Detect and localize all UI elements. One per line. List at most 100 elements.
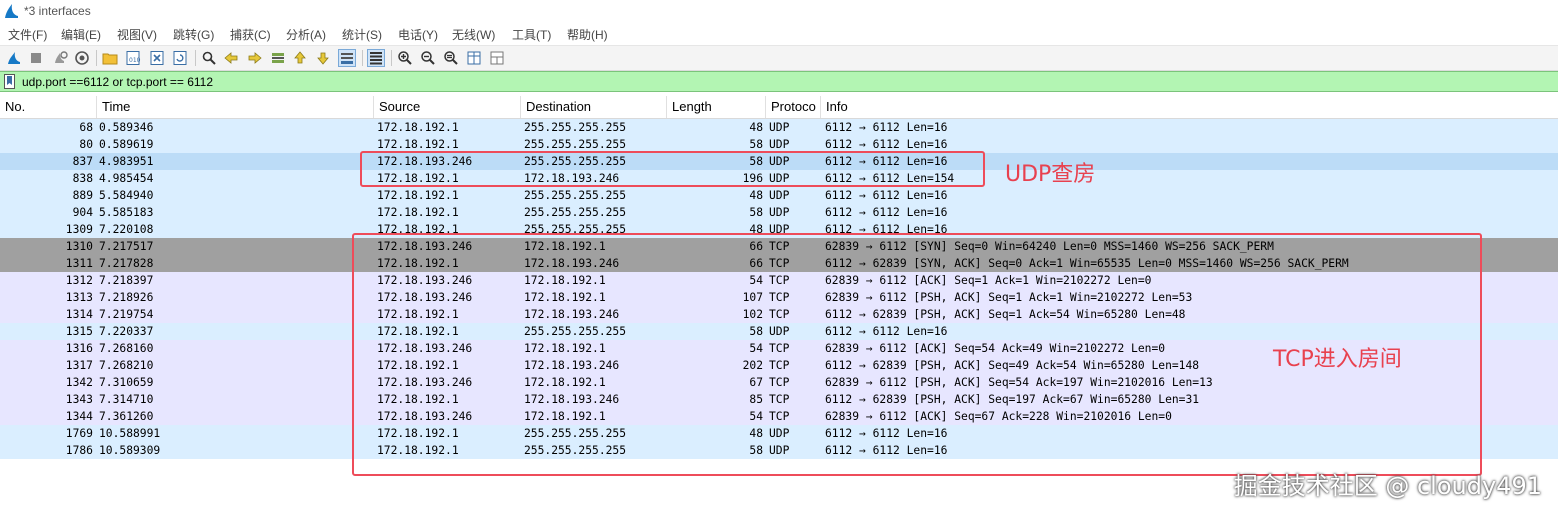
column-info[interactable]: Info [821, 96, 1558, 118]
go-last-button[interactable] [314, 49, 332, 67]
menu-item-6[interactable]: 统计(S) [342, 26, 382, 43]
zoom-in-icon [398, 51, 412, 65]
go-first-icon [294, 51, 306, 64]
packet-time-cell: 7.218397 [99, 274, 154, 287]
go-forward-button[interactable] [246, 49, 264, 67]
column-protocol[interactable]: Protoco [766, 96, 821, 118]
packet-proto-cell: UDP [769, 189, 790, 202]
go-last-icon [317, 52, 329, 65]
go-first-button[interactable] [291, 49, 309, 67]
menu-item-5[interactable]: 分析(A) [286, 26, 326, 43]
zoom-out-button[interactable] [419, 49, 437, 67]
go-back-button[interactable] [222, 49, 240, 67]
column-time[interactable]: Time [97, 96, 374, 118]
packet-proto-cell: UDP [769, 206, 790, 219]
packet-time-cell: 4.985454 [99, 172, 154, 185]
packet-no-cell: 1310 [65, 240, 93, 253]
packet-row[interactable]: 889 5.584940 172.18.192.1 255.255.255.255 48… [0, 187, 1558, 204]
close-file-icon [150, 51, 164, 65]
close-file-button[interactable] [148, 49, 166, 67]
packet-no-cell: 838 [72, 172, 93, 185]
packet-dst-cell: 255.255.255.255 [524, 121, 627, 134]
zoom-normal-button[interactable] [442, 49, 460, 67]
capture-options-button[interactable] [73, 49, 91, 67]
packet-no-cell: 1311 [65, 257, 93, 270]
start-capture-button[interactable] [5, 49, 23, 67]
filter-bookmark-icon[interactable] [4, 74, 15, 89]
reload-file-button[interactable] [171, 49, 189, 67]
restart-capture-icon [55, 51, 68, 63]
packet-no-cell: 1316 [65, 342, 93, 355]
menu-item-1[interactable]: 编辑(E) [61, 26, 101, 43]
udp-annotation-label: UDP查房 [1005, 162, 1096, 187]
toolbar-separator [362, 50, 363, 66]
restart-capture-button[interactable] [51, 49, 69, 67]
packet-dst-cell: 255.255.255.255 [524, 206, 627, 219]
resize-columns-icon [467, 51, 481, 65]
stop-capture-button[interactable] [27, 49, 45, 67]
menu-item-10[interactable]: 帮助(H) [567, 26, 608, 43]
menu-item-2[interactable]: 视图(V) [117, 26, 157, 43]
layout-button[interactable] [488, 49, 506, 67]
packet-no-cell: 1344 [65, 410, 93, 423]
packet-time-cell: 5.584940 [99, 189, 154, 202]
packet-src-cell: 172.18.192.1 [377, 206, 459, 219]
packet-dst-cell: 255.255.255.255 [524, 189, 627, 202]
packet-time-cell: 7.268210 [99, 359, 154, 372]
watermark: 掘金技术社区 @ cloudy491 [1233, 472, 1542, 500]
stop-capture-icon [31, 53, 41, 63]
display-filter-bar[interactable]: udp.port ==6112 or tcp.port == 6112 [0, 71, 1558, 92]
colorize-button[interactable] [367, 49, 385, 67]
go-back-icon [224, 52, 238, 64]
menu-item-0[interactable]: 文件(F) [8, 26, 47, 43]
save-file-icon: 0101 [126, 51, 141, 65]
open-file-button[interactable] [101, 49, 119, 67]
packet-no-cell: 80 [79, 138, 93, 151]
display-filter-input[interactable]: udp.port ==6112 or tcp.port == 6112 [22, 75, 213, 89]
column-length[interactable]: Length [667, 96, 766, 118]
packet-no-cell: 1342 [65, 376, 93, 389]
column-no[interactable]: No. [0, 96, 97, 118]
packet-time-cell: 7.310659 [99, 376, 154, 389]
wireshark-fin-icon [5, 4, 18, 18]
packet-time-cell: 7.220337 [99, 325, 154, 338]
packet-row[interactable]: 68 0.589346 172.18.192.1 255.255.255.255 48 U… [0, 119, 1558, 136]
column-source[interactable]: Source [374, 96, 521, 118]
zoom-normal-icon [444, 51, 458, 65]
packet-no-cell: 1315 [65, 325, 93, 338]
packet-time-cell: 7.361260 [99, 410, 154, 423]
packet-row[interactable]: 904 5.585183 172.18.192.1 255.255.255.255 58… [0, 204, 1558, 221]
packet-time-cell: 7.219754 [99, 308, 154, 321]
find-packet-button[interactable] [200, 49, 218, 67]
packet-src-cell: 172.18.192.1 [377, 189, 459, 202]
packet-time-cell: 7.218926 [99, 291, 154, 304]
resize-columns-button[interactable] [465, 49, 483, 67]
zoom-out-icon [421, 51, 435, 65]
packet-no-cell: 68 [79, 121, 93, 134]
packet-len-cell: 48 [749, 121, 763, 134]
packet-no-cell: 1769 [65, 427, 93, 440]
menu-item-7[interactable]: 电话(Y) [398, 26, 438, 43]
capture-options-icon [75, 51, 89, 65]
layout-icon [490, 51, 504, 65]
zoom-in-button[interactable] [396, 49, 414, 67]
packet-time-cell: 10.589309 [99, 444, 161, 457]
toolbar-separator [391, 50, 392, 66]
column-destination[interactable]: Destination [521, 96, 667, 118]
auto-scroll-button[interactable] [338, 49, 356, 67]
packet-no-cell: 837 [72, 155, 93, 168]
menu-item-8[interactable]: 无线(W) [452, 26, 495, 43]
packet-list-header: No. Time Source Destination Length Proto… [0, 96, 1558, 119]
menu-item-4[interactable]: 捕获(C) [230, 26, 271, 43]
menu-item-3[interactable]: 跳转(G) [173, 26, 214, 43]
packet-len-cell: 48 [749, 189, 763, 202]
packet-no-cell: 1786 [65, 444, 93, 457]
go-to-packet-button[interactable] [269, 49, 287, 67]
packet-no-cell: 1317 [65, 359, 93, 372]
find-packet-icon [202, 51, 216, 65]
menu-item-9[interactable]: 工具(T) [512, 26, 551, 43]
save-file-button[interactable]: 0101 [124, 49, 142, 67]
start-capture-icon [8, 52, 20, 64]
packet-time-cell: 7.314710 [99, 393, 154, 406]
packet-no-cell: 1312 [65, 274, 93, 287]
